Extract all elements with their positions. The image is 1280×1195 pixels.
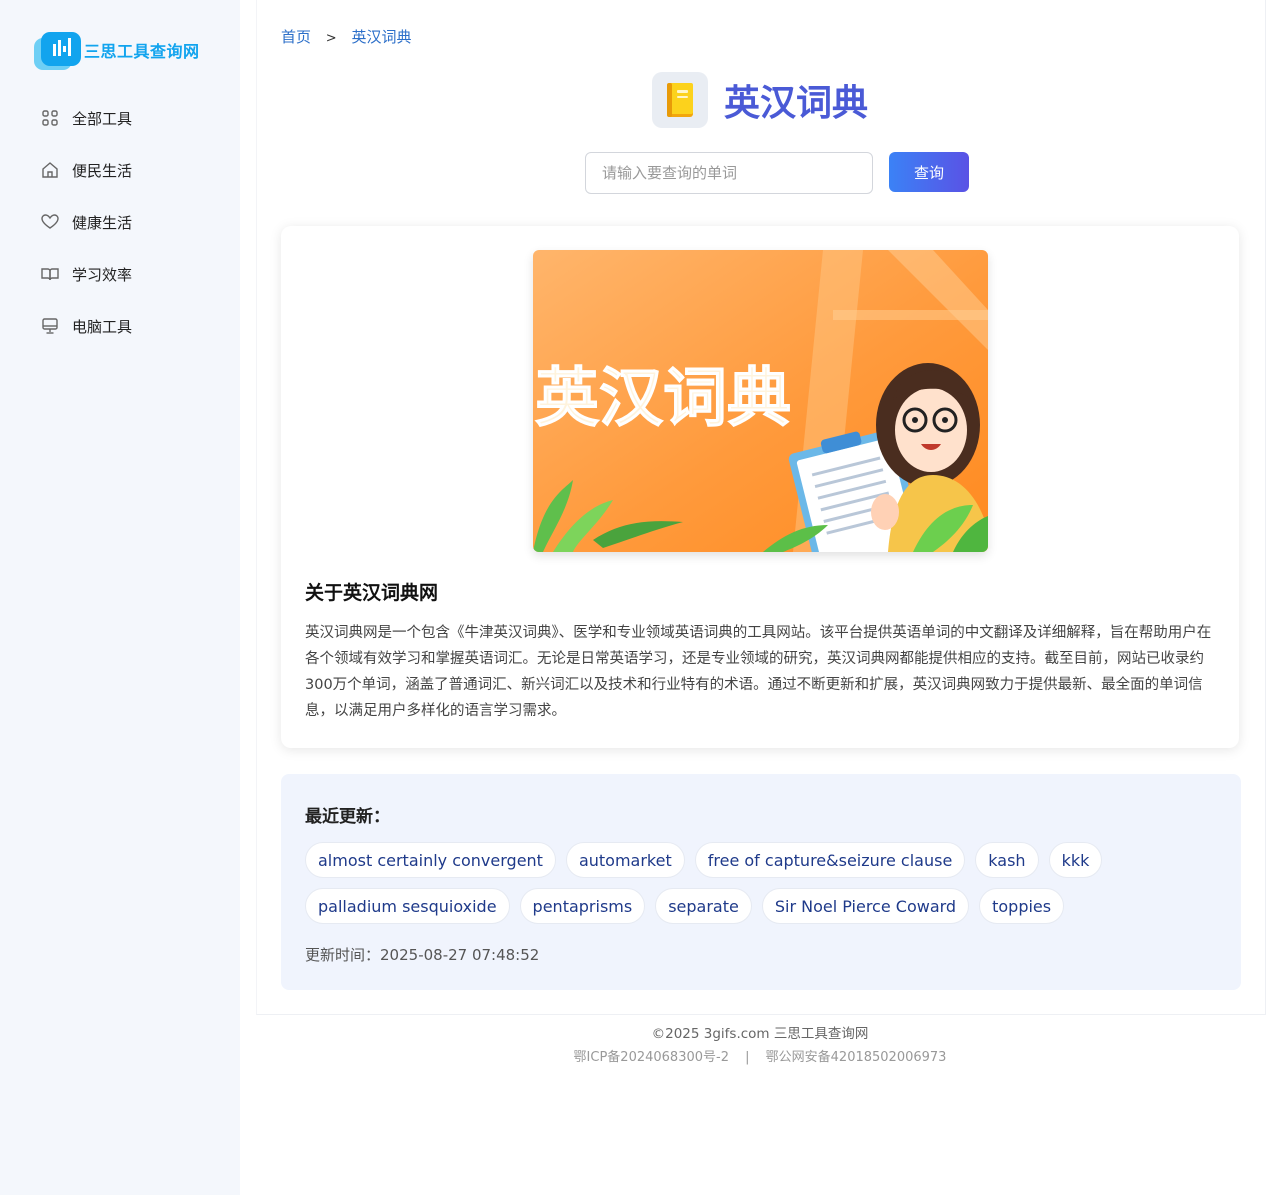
logo-mark-icon (34, 32, 81, 70)
word-tag[interactable]: toppies (979, 888, 1065, 924)
tag-row: palladium sesquioxide pentaprisms separa… (305, 888, 1225, 924)
tag-row: almost certainly convergent automarket f… (305, 842, 1225, 878)
sidebar-item-convenience[interactable]: 便民生活 (40, 154, 132, 186)
notebook-icon (652, 72, 708, 128)
word-tag[interactable]: almost certainly convergent (305, 842, 556, 878)
main-content: 首页 > 英汉词典 英汉词典 查询 (256, 0, 1266, 1015)
banner-image: 英汉词典 (533, 250, 988, 552)
icp-link[interactable]: 鄂ICP备2024068300号-2 (574, 1050, 729, 1065)
word-tag[interactable]: pentaprisms (519, 888, 646, 924)
word-tag[interactable]: kash (975, 842, 1039, 878)
site-logo[interactable]: 三思工具查询网 (34, 30, 224, 72)
update-time: 更新时间：2025-08-27 07:48:52 (305, 944, 539, 965)
footer-divider: | (745, 1050, 750, 1065)
search-button[interactable]: 查询 (889, 152, 969, 192)
about-title: 关于英汉词典网 (305, 582, 439, 604)
recent-updates: 最近更新： almost certainly convergent automa… (281, 774, 1241, 990)
word-tag[interactable]: free of capture&seizure clause (694, 842, 966, 878)
search-bar: 查询 (585, 152, 969, 194)
about-card: 英汉词典 关于英汉词典网 英汉词典网是一个包含《牛津英汉词典》、医学和专业领域英… (281, 226, 1239, 748)
breadcrumb-separator: > (325, 31, 337, 46)
update-time-label: 更新时间： (305, 946, 381, 964)
recent-tags: almost certainly convergent automarket f… (305, 842, 1225, 934)
sidebar-item-computer[interactable]: 电脑工具 (40, 310, 132, 342)
sidebar-item-label: 全部工具 (72, 109, 133, 128)
search-input[interactable] (585, 152, 873, 194)
recent-updates-title: 最近更新： (305, 807, 390, 827)
breadcrumb-current-link[interactable]: 英汉词典 (351, 28, 411, 46)
sidebar-item-health[interactable]: 健康生活 (40, 206, 132, 238)
footer: ©2025 3gifs.com 三思工具查询网 鄂ICP备2024068300号… (256, 1022, 1264, 1070)
footer-registration: 鄂ICP备2024068300号-2 | 鄂公网安备42018502006973 (256, 1046, 1264, 1070)
sidebar-item-all-tools[interactable]: 全部工具 (40, 102, 132, 134)
logo-text: 三思工具查询网 (84, 42, 200, 61)
word-tag[interactable]: Sir Noel Pierce Coward (761, 888, 970, 924)
word-tag[interactable]: separate (655, 888, 752, 924)
update-time-value: 2025-08-27 07:48:52 (380, 946, 540, 964)
page-header: 英汉词典 (652, 72, 868, 128)
sidebar-item-label: 学习效率 (72, 265, 133, 284)
home-icon (40, 160, 60, 180)
police-record-link[interactable]: 鄂公网安备42018502006973 (766, 1050, 947, 1065)
grid-icon (40, 108, 60, 128)
breadcrumb: 首页 > 英汉词典 (281, 26, 412, 47)
sidebar-item-label: 便民生活 (72, 161, 133, 180)
footer-copyright: ©2025 3gifs.com 三思工具查询网 (651, 1026, 869, 1042)
sidebar: 三思工具查询网 全部工具 便民生活 健康生活 学习效率 电脑工具 (0, 0, 240, 1195)
word-tag[interactable]: automarket (565, 842, 685, 878)
heart-icon (40, 212, 60, 232)
breadcrumb-home-link[interactable]: 首页 (281, 28, 311, 46)
page-title: 英汉词典 (724, 83, 869, 124)
word-tag[interactable]: palladium sesquioxide (305, 888, 510, 924)
sidebar-item-label: 电脑工具 (72, 317, 133, 336)
sidebar-item-study[interactable]: 学习效率 (40, 258, 132, 290)
word-tag[interactable]: kkk (1048, 842, 1103, 878)
sidebar-nav: 全部工具 便民生活 健康生活 学习效率 电脑工具 (40, 102, 132, 362)
book-open-icon (40, 264, 60, 284)
monitor-icon (40, 316, 60, 336)
sidebar-item-label: 健康生活 (72, 213, 133, 232)
banner-title-text: 英汉词典 (535, 362, 791, 436)
about-description: 英汉词典网是一个包含《牛津英汉词典》、医学和专业领域英语词典的工具网站。该平台提… (305, 625, 1212, 719)
